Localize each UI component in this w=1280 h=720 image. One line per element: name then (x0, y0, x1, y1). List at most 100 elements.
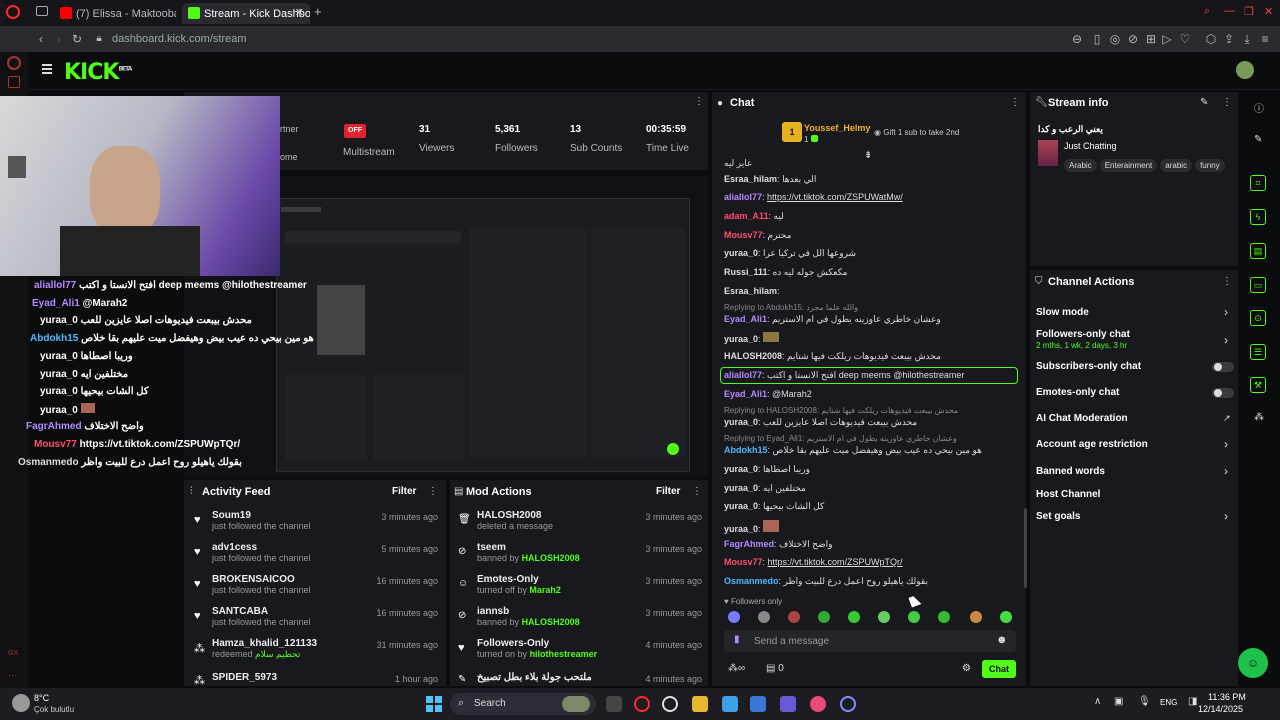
minimize-icon[interactable]: — (1224, 5, 1235, 17)
workspaces-icon[interactable] (36, 6, 48, 16)
chrome-icon[interactable] (662, 696, 678, 712)
close-window-icon[interactable]: ✕ (1264, 5, 1273, 18)
settings-icon[interactable]: ⚙ (962, 663, 971, 674)
chat-input[interactable]: ▮ Send a message ☻ (724, 630, 1016, 652)
vpn-icon[interactable]: ⊞ (1144, 32, 1158, 46)
chat-scrollbar[interactable] (1024, 508, 1027, 588)
store-icon[interactable] (750, 696, 766, 712)
reload-icon[interactable]: ↻ (70, 32, 84, 46)
account-age-item[interactable]: Account age restriction (1036, 439, 1148, 450)
gx-icon[interactable]: GX (8, 650, 18, 657)
activity-filter-button[interactable]: Filter (392, 486, 416, 497)
chat-menu-icon[interactable]: ⋮ (1010, 97, 1020, 108)
download-icon[interactable]: ⤓ (1240, 32, 1254, 46)
weather-icon[interactable] (12, 694, 30, 712)
wrench-icon[interactable]: ⚒ (1250, 377, 1266, 393)
help-fab-button[interactable]: ☺ (1238, 648, 1268, 678)
taskbar-search[interactable]: ⌕ Search (450, 693, 596, 715)
scan-icon[interactable]: ⌗ (1250, 175, 1266, 191)
tray-chevron-icon[interactable]: ∧ (1094, 696, 1101, 707)
emote-icon[interactable] (848, 611, 860, 623)
bookmark-icon[interactable]: ▯ (1090, 32, 1104, 46)
copilot-icon[interactable] (722, 696, 738, 712)
tab-elissa[interactable]: (7) Elissa - Maktooba Leel (54, 3, 176, 24)
followers-only-item[interactable]: Followers-only chat (1036, 329, 1130, 340)
chevron-right-icon[interactable]: › (1224, 464, 1228, 478)
list-icon[interactable]: ☰ (1250, 344, 1266, 360)
url-field[interactable]: dashboard.kick.com/stream (112, 33, 247, 45)
emoji-icon[interactable]: ☻ (996, 634, 1008, 646)
category-thumbnail[interactable] (1038, 140, 1058, 166)
emote-icon[interactable] (1000, 611, 1012, 623)
mod-menu-icon[interactable]: ⋮ (692, 486, 702, 497)
clock-date[interactable]: 12/14/2025 (1198, 704, 1243, 714)
chevron-right-icon[interactable]: › (1224, 509, 1228, 523)
tag[interactable]: Arabic (1064, 159, 1097, 172)
adblock-icon[interactable]: ⊘ (1126, 32, 1140, 46)
chat-send-button[interactable]: Chat (982, 660, 1016, 678)
forward-icon[interactable]: › (52, 32, 66, 46)
emote-icon[interactable] (938, 611, 950, 623)
aria-icon[interactable] (7, 56, 21, 70)
emote-icon[interactable] (908, 611, 920, 623)
slow-mode-item[interactable]: Slow mode (1036, 307, 1089, 318)
emote-icon[interactable] (758, 611, 770, 623)
obs-icon[interactable] (840, 696, 856, 712)
file-explorer-icon[interactable] (692, 696, 708, 712)
emote-icon[interactable] (970, 611, 982, 623)
avatar[interactable] (1236, 61, 1254, 79)
teams-icon[interactable] (780, 696, 796, 712)
opera-gx-icon[interactable] (634, 696, 650, 712)
opera-logo-icon[interactable] (6, 5, 20, 19)
host-channel-item[interactable]: Host Channel (1036, 489, 1100, 500)
tag[interactable]: arabic (1160, 159, 1193, 172)
banned-words-item[interactable]: Banned words (1036, 466, 1105, 477)
search-icon[interactable]: ⌕ (1204, 5, 1210, 18)
tray-app-icon[interactable]: ▣ (1114, 696, 1123, 707)
kick-logo[interactable]: KICKBETA (64, 60, 132, 85)
emote-icon[interactable] (878, 611, 890, 623)
weather-temp[interactable]: 8°C (34, 693, 49, 703)
clock-time[interactable]: 11:36 PM (1208, 692, 1246, 702)
broadcast-icon[interactable]: ⊙ (1250, 310, 1266, 326)
tag[interactable]: Enterainment (1099, 159, 1158, 172)
channel-actions-menu-icon[interactable]: ⋮ (1222, 276, 1232, 287)
snapshot-icon[interactable]: ◎ (1108, 32, 1122, 46)
network-icon[interactable]: ◨ (1188, 696, 1197, 707)
task-view-icon[interactable] (606, 696, 622, 712)
emote-icon[interactable] (728, 611, 740, 623)
pencil-icon[interactable]: ✎ (1254, 134, 1262, 145)
info-icon[interactable]: ⓘ (1254, 100, 1264, 115)
zoom-icon[interactable]: ⊖ (1070, 32, 1084, 46)
external-link-icon[interactable]: ↗ (1223, 413, 1231, 424)
tag[interactable]: funny (1195, 159, 1225, 172)
heart-icon[interactable]: ♡ (1178, 32, 1192, 46)
stats-menu-icon[interactable]: ⋮ (694, 96, 704, 107)
edit-icon[interactable]: ✎ (1200, 97, 1208, 108)
maximize-icon[interactable]: ❐ (1244, 5, 1254, 18)
set-goals-item[interactable]: Set goals (1036, 511, 1080, 522)
activity-menu-icon[interactable]: ⋮ (428, 486, 438, 497)
chevron-right-icon[interactable]: › (1224, 437, 1228, 451)
close-tab-icon[interactable]: ✕ (295, 6, 304, 19)
subscribers-only-toggle[interactable] (1212, 362, 1234, 372)
gift-sub-button[interactable]: ◉ Gift 1 sub to take 2nd (874, 128, 959, 137)
extensions-icon[interactable]: ⬡ (1204, 32, 1218, 46)
chevron-right-icon[interactable]: › (1224, 333, 1228, 347)
music-icon[interactable] (810, 696, 826, 712)
nodes-icon[interactable]: ⁂ (1254, 412, 1264, 423)
share-icon[interactable]: ⇪ (1222, 32, 1236, 46)
stream-info-menu-icon[interactable]: ⋮ (1222, 97, 1232, 108)
ai-moderation-item[interactable]: AI Chat Moderation (1036, 413, 1128, 424)
tab-kick-dashboard[interactable]: Stream - Kick Dashboard ✕ (182, 3, 310, 24)
more-icon[interactable]: ··· (8, 670, 17, 680)
menu-icon[interactable]: ≡ (1258, 32, 1272, 46)
new-tab-icon[interactable]: + (314, 4, 322, 19)
hamburger-icon[interactable] (42, 64, 52, 74)
weather-desc[interactable]: Çok bulutlu (34, 705, 74, 714)
chevron-right-icon[interactable]: › (1224, 305, 1228, 319)
microphone-icon[interactable]: 🎙︎ (1138, 696, 1151, 707)
messenger-icon[interactable] (8, 76, 20, 88)
mic-icon[interactable]: ▮ (734, 634, 740, 645)
top-gifter-name[interactable]: Youssef_Helmy (804, 123, 870, 133)
